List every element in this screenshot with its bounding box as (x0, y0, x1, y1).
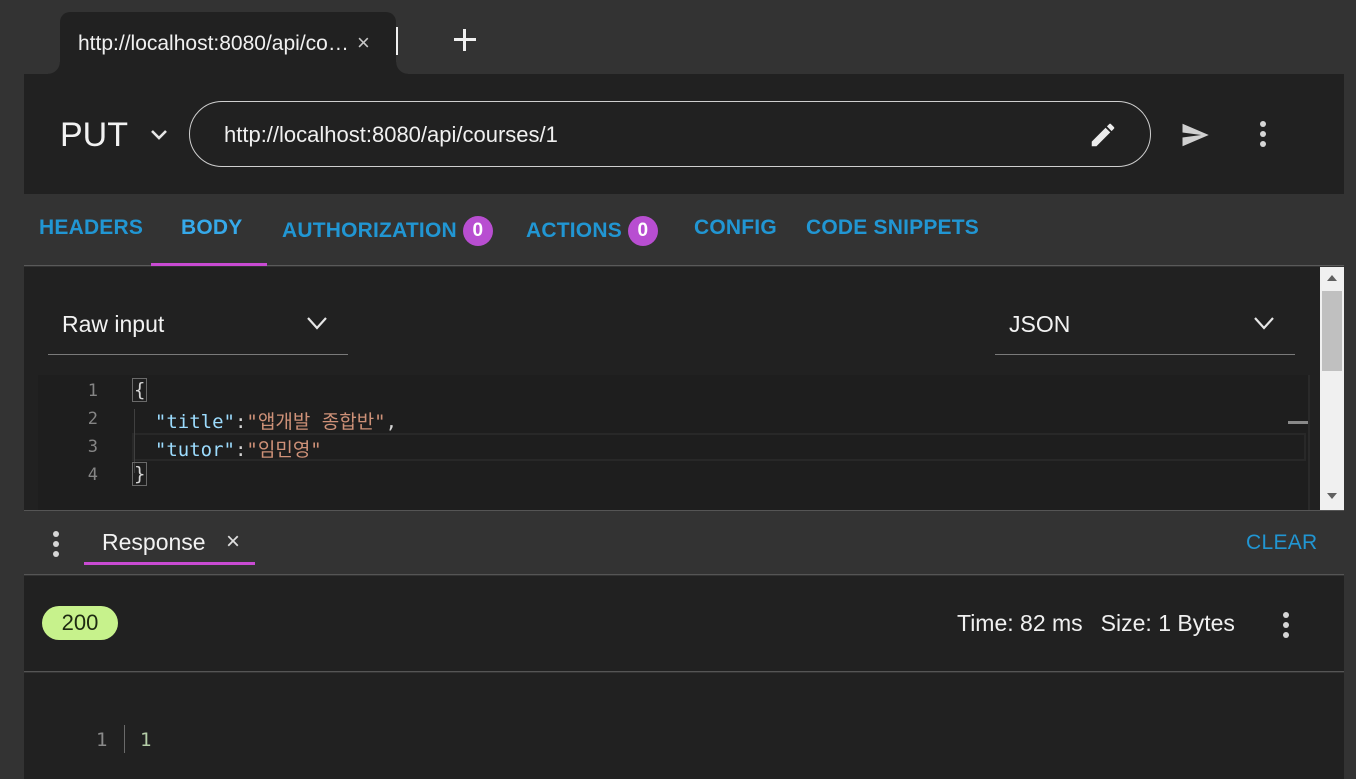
scroll-down-icon[interactable] (1327, 493, 1337, 499)
request-tab-title[interactable]: http://localhost:8080/api/courses/1 (78, 32, 354, 56)
url-text[interactable]: http://localhost:8080/api/courses/1 (224, 122, 558, 148)
pencil-icon[interactable] (1088, 120, 1118, 150)
request-bar: PUT http://localhost:8080/api/courses/1 (24, 74, 1344, 194)
scroll-up-icon[interactable] (1327, 275, 1337, 281)
minimap-cursor (1288, 421, 1308, 424)
line-number: 3 (87, 437, 98, 457)
request-tabs: HEADERS BODY AUTHORIZATION 0 ACTIONS 0 CON… (24, 194, 1344, 266)
clear-button[interactable]: CLEAR (1246, 531, 1318, 555)
chevron-down-icon (307, 317, 327, 330)
actions-count-badge: 0 (627, 216, 658, 246)
code-editor[interactable]: 1 2 3 4 { "title":"앱개발 종합반", "tutor":"임민… (38, 375, 1310, 510)
body-panel: Raw input JSON 1 2 3 4 { "title":"앱개발 종합… (24, 267, 1320, 510)
json-value: "앱개발 종합반" (246, 411, 386, 433)
tab-headers[interactable]: HEADERS (39, 216, 143, 240)
response-tab-label: Response (102, 529, 206, 555)
line-number: 1 (87, 381, 98, 401)
line-number: 2 (87, 409, 98, 429)
body-scrollbar[interactable] (1320, 267, 1344, 510)
code-line-2[interactable]: "title":"앱개발 종합반", (132, 407, 397, 434)
tab-authorization-label: AUTHORIZATION (282, 219, 457, 242)
response-time: Time: 82 ms (957, 610, 1083, 636)
tab-authorization[interactable]: AUTHORIZATION 0 (282, 216, 493, 246)
tab-actions-label: ACTIONS (526, 219, 622, 242)
url-input[interactable]: http://localhost:8080/api/courses/1 (189, 101, 1151, 167)
tab-code-snippets[interactable]: CODE SNIPPETS (806, 216, 979, 240)
editor-scrollbar[interactable] (1308, 375, 1310, 510)
gutter-divider (124, 725, 125, 753)
json-key: "tutor" (154, 439, 235, 461)
response-body[interactable]: 1 1 (24, 673, 1344, 779)
code-line-1[interactable]: { (132, 378, 148, 402)
open-brace: { (132, 378, 148, 402)
close-brace: } (132, 462, 148, 486)
close-icon[interactable]: × (226, 528, 240, 556)
request-tab[interactable]: http://localhost:8080/api/courses/1 × (48, 12, 408, 74)
response-content: 1 (140, 729, 152, 751)
json-colon: : (234, 439, 247, 461)
code-line-4[interactable]: } (132, 462, 148, 486)
scroll-thumb[interactable] (1322, 291, 1342, 371)
response-status-bar: 200 Time: 82 ms Size: 1 Bytes (24, 576, 1344, 672)
line-number: 4 (87, 465, 98, 485)
json-value: "임민영" (246, 439, 322, 461)
method-select[interactable]: PUT (60, 116, 128, 155)
close-icon[interactable]: × (357, 30, 370, 56)
response-size: Size: 1 Bytes (1100, 610, 1235, 636)
json-key: "title" (154, 411, 235, 433)
chevron-down-icon (1254, 317, 1274, 330)
response-tab[interactable]: Response × (84, 511, 255, 565)
response-stats: Time: 82 ms Size: 1 Bytes (957, 610, 1235, 637)
code-line-3[interactable]: "tutor":"임민영" (132, 435, 322, 462)
content-type-value: JSON (1009, 311, 1071, 337)
more-vert-icon[interactable] (51, 531, 61, 559)
tab-strip: http://localhost:8080/api/courses/1 × (0, 0, 1356, 74)
response-tab-indicator (84, 562, 255, 565)
tab-actions[interactable]: ACTIONS 0 (526, 216, 658, 246)
tab-config[interactable]: CONFIG (694, 216, 777, 240)
authorization-count-badge: 0 (462, 216, 493, 246)
active-tab-indicator (151, 263, 267, 266)
chevron-down-icon[interactable] (150, 126, 168, 144)
more-vert-icon[interactable] (1258, 121, 1268, 149)
response-header: Response × CLEAR (24, 510, 1344, 575)
plus-icon[interactable] (451, 26, 479, 54)
status-badge: 200 (42, 606, 118, 640)
line-number: 1 (96, 729, 108, 751)
content-type-select[interactable]: JSON (995, 267, 1295, 355)
input-mode-value: Raw input (62, 311, 165, 337)
send-icon[interactable] (1178, 120, 1212, 150)
json-comma: , (385, 411, 398, 433)
tab-separator (396, 27, 398, 55)
tab-body[interactable]: BODY (181, 216, 242, 240)
more-vert-icon[interactable] (1281, 612, 1291, 640)
json-colon: : (234, 411, 247, 433)
input-mode-select[interactable]: Raw input (48, 267, 348, 355)
